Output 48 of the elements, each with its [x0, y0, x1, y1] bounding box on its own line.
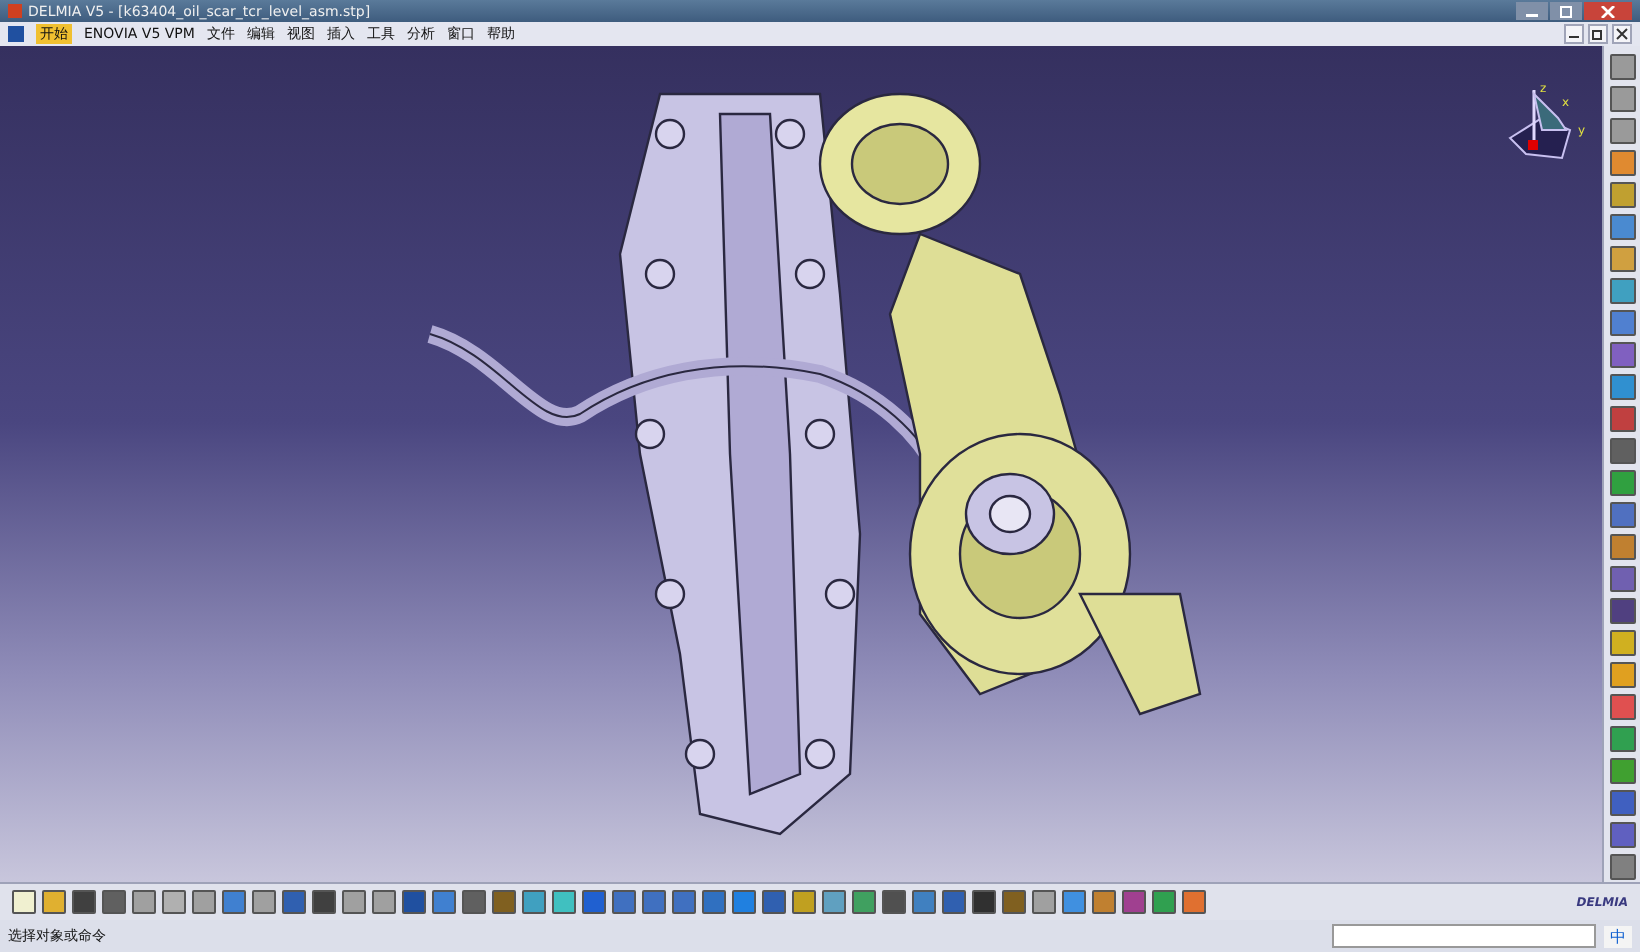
tool-icon[interactable] — [252, 890, 276, 914]
tool-icon[interactable] — [1609, 310, 1635, 336]
command-field[interactable] — [1332, 924, 1596, 948]
restore-icon — [1592, 28, 1604, 40]
tool-icon[interactable] — [1609, 662, 1635, 688]
tool-icon[interactable] — [342, 890, 366, 914]
tool-icon[interactable] — [1609, 502, 1635, 528]
tool-icon[interactable] — [1609, 118, 1635, 144]
close-icon — [1600, 5, 1616, 17]
tool-icon[interactable] — [1609, 598, 1635, 624]
tool-icon[interactable] — [1609, 630, 1635, 656]
app-logo-icon — [8, 4, 22, 18]
tool-icon[interactable] — [1609, 566, 1635, 592]
restore-button[interactable] — [1588, 24, 1608, 44]
tool-icon[interactable] — [1609, 726, 1635, 752]
tool-icon[interactable] — [1609, 246, 1635, 272]
tool-icon[interactable] — [1609, 854, 1635, 880]
tool-icon[interactable] — [1609, 406, 1635, 432]
tool-icon[interactable] — [1609, 790, 1635, 816]
tool-icon[interactable] — [372, 890, 396, 914]
tool-icon[interactable] — [1609, 278, 1635, 304]
tool-icon[interactable] — [12, 890, 36, 914]
tool-icon[interactable] — [1609, 54, 1635, 80]
maximize-icon — [1558, 5, 1574, 17]
tool-icon[interactable] — [1609, 374, 1635, 400]
close-button[interactable] — [1612, 24, 1632, 44]
tool-icon[interactable] — [1609, 182, 1635, 208]
tool-icon[interactable] — [552, 890, 576, 914]
tool-icon[interactable] — [192, 890, 216, 914]
document-icon — [8, 26, 24, 42]
minimize-button[interactable] — [1564, 24, 1584, 44]
tool-icon[interactable] — [42, 890, 66, 914]
tool-icon[interactable] — [1609, 694, 1635, 720]
tool-icon[interactable] — [1609, 214, 1635, 240]
tool-icon[interactable] — [1609, 470, 1635, 496]
tool-icon[interactable] — [1609, 150, 1635, 176]
tool-icon[interactable] — [1609, 534, 1635, 560]
tool-icon[interactable] — [1609, 342, 1635, 368]
tool-icon[interactable] — [1609, 822, 1635, 848]
tool-icon[interactable] — [792, 890, 816, 914]
tool-icon[interactable] — [1609, 758, 1635, 784]
tool-icon[interactable] — [162, 890, 186, 914]
tool-icon[interactable] — [1609, 86, 1635, 112]
tool-icon[interactable] — [1609, 438, 1635, 464]
tool-icon[interactable] — [1032, 890, 1056, 914]
tool-icon[interactable] — [132, 890, 156, 914]
ime-indicator[interactable]: 中 — [1604, 925, 1632, 947]
close-icon — [1616, 28, 1628, 40]
